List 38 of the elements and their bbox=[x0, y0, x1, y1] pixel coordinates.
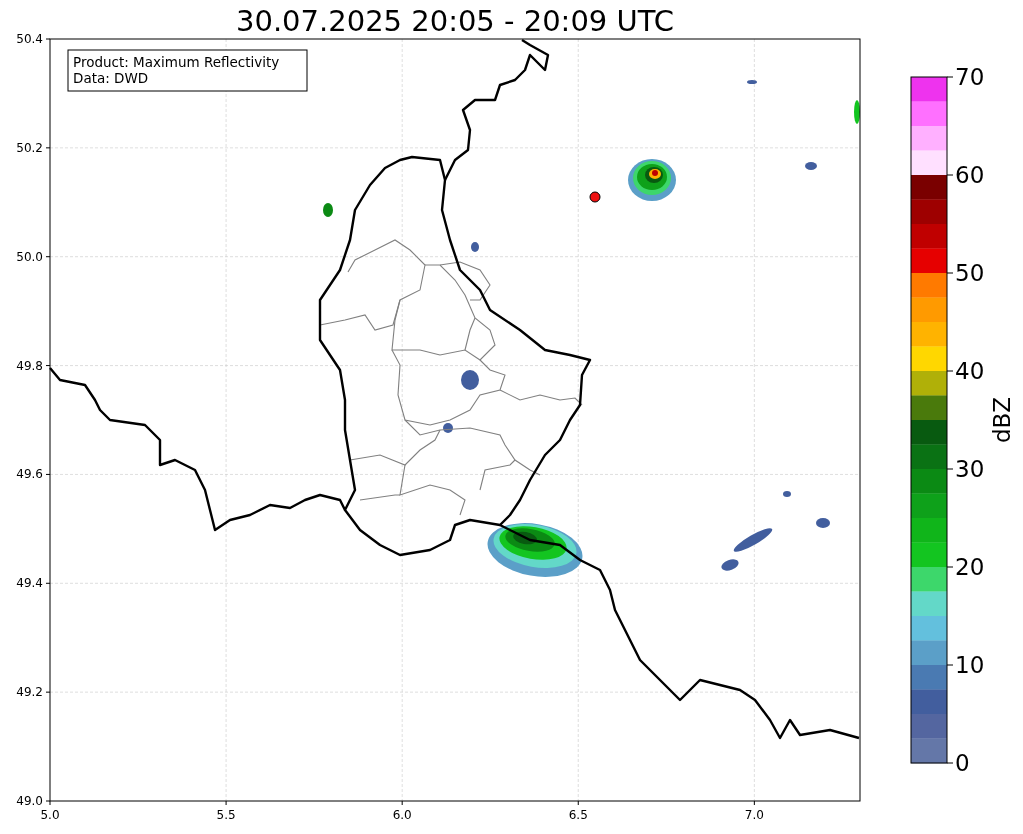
radar-echo bbox=[323, 203, 333, 217]
colorbar-tick-label: 10 bbox=[955, 652, 985, 678]
colorbar-tick-label: 60 bbox=[955, 162, 985, 188]
radar-echo bbox=[783, 491, 791, 497]
radar-echo bbox=[471, 242, 479, 252]
radar-echo bbox=[443, 423, 453, 433]
plot-title: 30.07.2025 20:05 - 20:09 UTC bbox=[236, 4, 674, 38]
x-tick-label: 6.5 bbox=[568, 808, 588, 822]
colorbar-label: dBZ bbox=[989, 396, 1015, 444]
radar-echo bbox=[721, 559, 739, 571]
radar-echo bbox=[805, 162, 817, 170]
colorbar-tick-label: 40 bbox=[955, 358, 985, 384]
radar-echo bbox=[854, 100, 860, 124]
y-tick-label: 50.0 bbox=[16, 249, 43, 264]
radar-echo bbox=[461, 370, 479, 390]
radar-echo bbox=[628, 159, 676, 201]
radar-echo bbox=[816, 518, 830, 528]
y-tick-label: 49.8 bbox=[16, 358, 43, 373]
x-tick-label: 6.0 bbox=[392, 808, 412, 822]
radar-echo bbox=[747, 80, 757, 84]
y-tick-label: 50.4 bbox=[16, 32, 43, 46]
annotation-text: Product: Maximum Reflectivity bbox=[73, 54, 280, 70]
colorbar-tick-label: 30 bbox=[955, 456, 985, 482]
x-tick-label: 5.5 bbox=[216, 808, 236, 822]
colorbar-tick-label: 70 bbox=[955, 64, 985, 90]
y-tick-label: 49.0 bbox=[16, 794, 43, 808]
x-tick-label: 5.0 bbox=[40, 808, 60, 822]
y-tick-label: 50.2 bbox=[16, 140, 43, 155]
y-tick-label: 49.2 bbox=[16, 685, 43, 700]
y-tick-label: 49.6 bbox=[16, 467, 43, 482]
annotation-text: Data: DWD bbox=[73, 70, 149, 86]
colorbar-tick-label: 0 bbox=[955, 750, 970, 776]
x-tick-label: 7.0 bbox=[744, 808, 764, 822]
y-tick-label: 49.4 bbox=[16, 576, 43, 591]
radar-echo bbox=[733, 528, 773, 552]
colorbar-tick-label: 20 bbox=[955, 554, 985, 580]
location-marker bbox=[589, 191, 601, 203]
colorbar-tick-label: 50 bbox=[955, 260, 985, 286]
